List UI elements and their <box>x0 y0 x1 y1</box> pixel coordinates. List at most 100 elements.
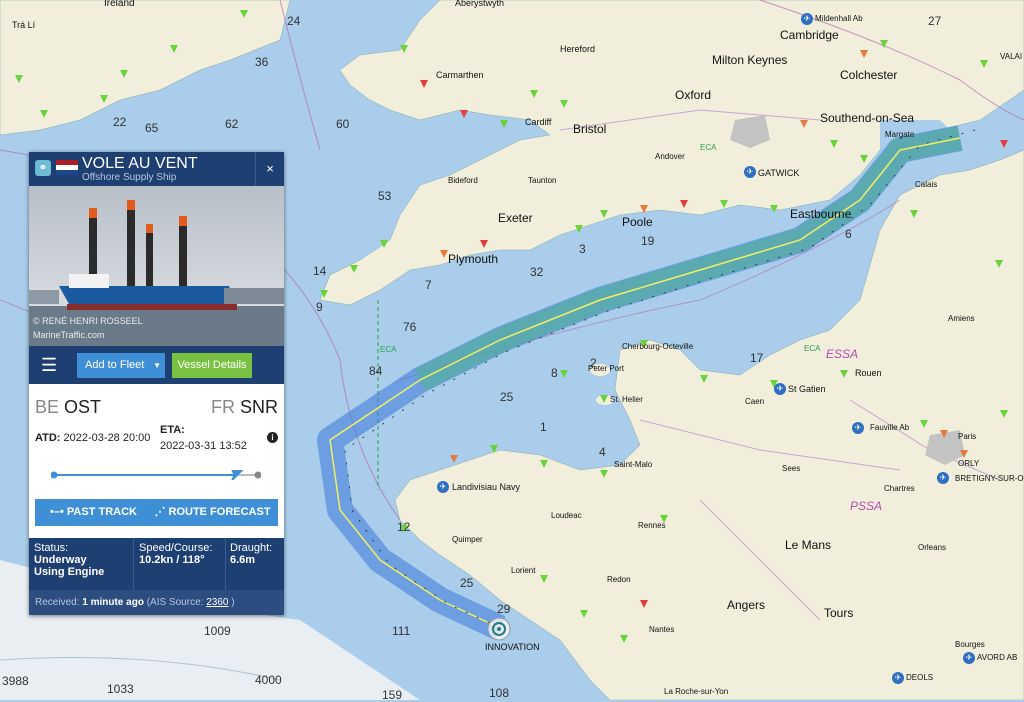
vessel-popup: ⚭ VOLE AU VENT Offshore Supply Ship × © … <box>29 152 284 615</box>
route-pin-icon: ⋰ <box>154 506 166 518</box>
airport-icon[interactable]: ✈ <box>892 672 904 684</box>
ais-prefix: (AIS Source: <box>146 597 204 608</box>
received-label: Received: <box>35 597 80 608</box>
depth-value: 7 <box>425 278 432 292</box>
eca-label-1: ECA <box>380 345 397 354</box>
draught-label: Draught: <box>230 542 273 554</box>
depth-value: 27 <box>928 14 942 28</box>
add-to-fleet-label: Add to Fleet <box>85 359 145 371</box>
place-fauville: Fauville Ab <box>870 423 910 432</box>
departure-dot <box>51 471 58 479</box>
place-southend: Southend-on-Sea <box>820 111 915 125</box>
place-bideford: Bideford <box>448 176 478 185</box>
depth-value: 76 <box>403 320 417 334</box>
depth-value: 29 <box>497 602 511 616</box>
depth-value: 1033 <box>107 682 134 696</box>
photo-credit: © RENÉ HENRI ROSSEEL <box>33 316 143 326</box>
netherlands-flag-icon <box>56 160 78 175</box>
place-cambridge: Cambridge <box>780 28 839 42</box>
atd-value: 2022-03-28 20:00 <box>63 432 151 444</box>
arrival-port: FR SNR <box>211 397 278 418</box>
place-ireland: Ireland <box>104 0 135 9</box>
departure-country: BE <box>35 397 60 417</box>
ais-source-link[interactable]: 2360 <box>206 597 228 608</box>
link-icon[interactable]: ⚭ <box>35 160 51 176</box>
airport-icon[interactable]: ✈ <box>774 383 786 395</box>
close-icon[interactable]: × <box>255 152 284 186</box>
track-icon: •–• <box>50 506 64 518</box>
route-forecast-button[interactable]: ⋰ ROUTE FORECAST <box>147 499 278 526</box>
place-cherbourg: Cherbourg-Octeville <box>622 342 694 351</box>
airport-icon[interactable]: ✈ <box>744 166 756 178</box>
depth-value: 62 <box>225 117 239 131</box>
received-value: 1 minute ago <box>82 597 144 608</box>
airport-icon[interactable]: ✈ <box>801 13 813 25</box>
place-poole: Poole <box>622 215 653 229</box>
place-st-gatien: St Gatien <box>788 384 826 394</box>
depth-value: 1009 <box>204 624 231 638</box>
received-row: Received: 1 minute ago (AIS Source: 2360… <box>29 590 284 615</box>
departure-port-code: OST <box>64 397 102 417</box>
popup-toolbar: ☰ Add to Fleet ▼ Vessel Details <box>29 346 284 384</box>
vessel-details-button[interactable]: Vessel Details <box>172 353 252 378</box>
place-plymouth: Plymouth <box>448 252 499 266</box>
place-st-helier: St. Helier <box>610 395 643 404</box>
airport-icon[interactable]: ✈ <box>963 652 975 664</box>
past-track-label: PAST TRACK <box>66 506 137 518</box>
place-exeter: Exeter <box>498 211 533 225</box>
depth-value: 14 <box>313 264 327 278</box>
atd-label: ATD: <box>35 432 61 444</box>
vessel-photo[interactable]: © RENÉ HENRI ROSSEEL MarineTraffic.com <box>29 186 284 346</box>
popup-header: ⚭ VOLE AU VENT Offshore Supply Ship × <box>29 152 284 186</box>
menu-icon[interactable]: ☰ <box>41 355 59 375</box>
place-carmarthen: Carmarthen <box>436 70 484 80</box>
chevron-down-icon[interactable]: ▼ <box>153 353 161 378</box>
voyage-progress <box>51 470 261 480</box>
place-saint-malo: Saint-Malo <box>614 460 653 469</box>
eca-label-2: ECA <box>700 143 717 152</box>
place-lorient: Lorient <box>511 566 536 575</box>
place-angers: Angers <box>727 598 766 612</box>
place-caen: Caen <box>745 397 765 406</box>
depth-value: 2 <box>590 356 597 370</box>
place-calais: Calais <box>915 180 938 189</box>
vessel-type: Offshore Supply Ship <box>82 172 177 183</box>
place-redon: Redon <box>607 575 631 584</box>
airport-icon[interactable]: ✈ <box>937 472 949 484</box>
status-value-1: Underway <box>34 554 87 566</box>
depth-value: 60 <box>336 117 350 131</box>
place-valais: VALAI <box>1000 52 1023 61</box>
add-to-fleet-button[interactable]: Add to Fleet ▼ <box>77 353 165 378</box>
place-mildenhall: Mildenhall Ab <box>815 14 863 23</box>
photo-source: MarineTraffic.com <box>33 330 105 340</box>
place-landivisiau: Landivisiau Navy <box>452 482 521 492</box>
place-rennes: Rennes <box>638 521 666 530</box>
depth-value: 9 <box>316 300 323 314</box>
airport-icon[interactable]: ✈ <box>437 481 449 493</box>
arrival-country: FR <box>210 397 235 417</box>
place-sees: Sees <box>782 464 801 473</box>
depth-value: 3 <box>579 242 586 256</box>
divider <box>225 538 226 590</box>
depth-value: 108 <box>489 686 510 700</box>
place-gatwick: GATWICK <box>758 168 800 178</box>
past-track-button[interactable]: •–• PAST TRACK <box>35 499 152 526</box>
place-milton-keynes: Milton Keynes <box>712 53 788 67</box>
info-icon[interactable]: i <box>267 432 278 443</box>
depth-value: 19 <box>641 234 655 248</box>
speed-label: Speed/Course: <box>139 542 213 554</box>
depth-value: 24 <box>287 14 301 28</box>
airport-icon[interactable]: ✈ <box>852 422 864 434</box>
depth-value: 36 <box>255 55 269 69</box>
place-orleans: Orleans <box>918 543 947 552</box>
speed-value: 10.2kn / 118° <box>139 554 205 566</box>
place-eastbourne: Eastbourne <box>790 207 852 221</box>
zone-essa: ESSA <box>826 347 859 361</box>
place-bristol: Bristol <box>573 122 607 136</box>
depth-value: 53 <box>378 189 392 203</box>
zone-pssa: PSSA <box>850 499 883 513</box>
depth-value: 12 <box>397 520 411 534</box>
depth-value: 6 <box>845 227 852 241</box>
depth-value: 25 <box>500 390 514 404</box>
place-rouen: Rouen <box>855 368 882 378</box>
